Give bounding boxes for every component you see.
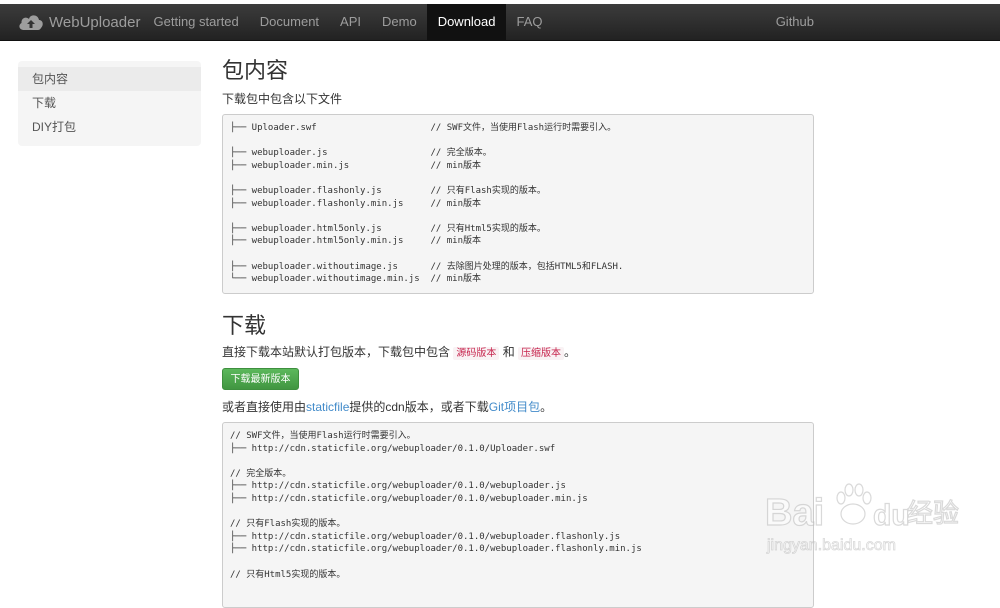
brand-name: WebUploader — [49, 13, 141, 31]
cdn-code-block: // SWF文件，当使用Flash运行时需要引入。 ├── http://cdn… — [222, 422, 814, 608]
top-navbar: WebUploader Getting started Document API… — [0, 4, 1000, 41]
sidebar-item-diy-build[interactable]: DIY打包 — [18, 115, 201, 139]
inline-code-source: 源码版本 — [453, 347, 500, 360]
cdn-text-1: 或者直接使用由 — [222, 400, 307, 414]
paw-icon — [836, 483, 872, 525]
cloud-upload-icon — [19, 15, 43, 30]
nav-document[interactable]: Document — [249, 4, 329, 40]
cdn-description: 或者直接使用由staticfile提供的cdn版本，或者下载Git项目包。 — [222, 398, 552, 416]
watermark-text-du: du — [873, 499, 910, 532]
nav-getting-started[interactable]: Getting started — [143, 4, 249, 40]
sidebar-item-download[interactable]: 下载 — [18, 91, 201, 115]
git-project-link[interactable]: Git项目包 — [489, 400, 540, 414]
main-nav: Getting started Document API Demo Downlo… — [143, 4, 553, 40]
brand[interactable]: WebUploader — [18, 4, 140, 40]
download-text-before: 直接下载本站默认打包版本，下载包中包含 — [222, 345, 451, 359]
nav-faq[interactable]: FAQ — [506, 4, 553, 40]
download-text-and: 和 — [499, 345, 519, 359]
section-lead: 下载包中包含以下文件 — [222, 92, 343, 106]
section-package-contents: 包内容 下载包中包含以下文件 — [222, 58, 814, 108]
download-latest-button[interactable]: 下载最新版本 — [222, 368, 299, 390]
nav-api[interactable]: API — [330, 4, 372, 40]
section-title: 包内容 — [222, 59, 289, 84]
file-list-code-block: ├── Uploader.swf // SWF文件，当使用Flash运行时需要引… — [222, 114, 814, 294]
staticfile-link[interactable]: staticfile — [306, 400, 349, 414]
watermark-text-jingyan: 经验 — [907, 499, 959, 529]
cdn-text-3: 。 — [540, 400, 553, 414]
sidebar-item-package-contents[interactable]: 包内容 — [18, 67, 201, 91]
nav-demo[interactable]: Demo — [372, 4, 428, 40]
inline-code-minified: 压缩版本 — [518, 347, 565, 360]
download-text-after: 。 — [564, 345, 577, 359]
download-description: 直接下载本站默认打包版本，下载包中包含 源码版本 和 压缩版本。 — [222, 343, 576, 363]
download-section-title: 下载 — [222, 314, 267, 339]
sidebar: 包内容 下载 DIY打包 — [18, 61, 201, 146]
watermark-text-bai: Bai — [765, 492, 824, 534]
baidu-jingyan-watermark: Bai du 经验 jingyan.baidu.com — [765, 483, 960, 554]
cdn-text-2: 提供的cdn版本，或者下载 — [349, 400, 489, 414]
nav-download[interactable]: Download — [427, 4, 507, 40]
nav-github[interactable]: Github — [776, 4, 814, 40]
watermark-url: jingyan.baidu.com — [766, 537, 896, 554]
